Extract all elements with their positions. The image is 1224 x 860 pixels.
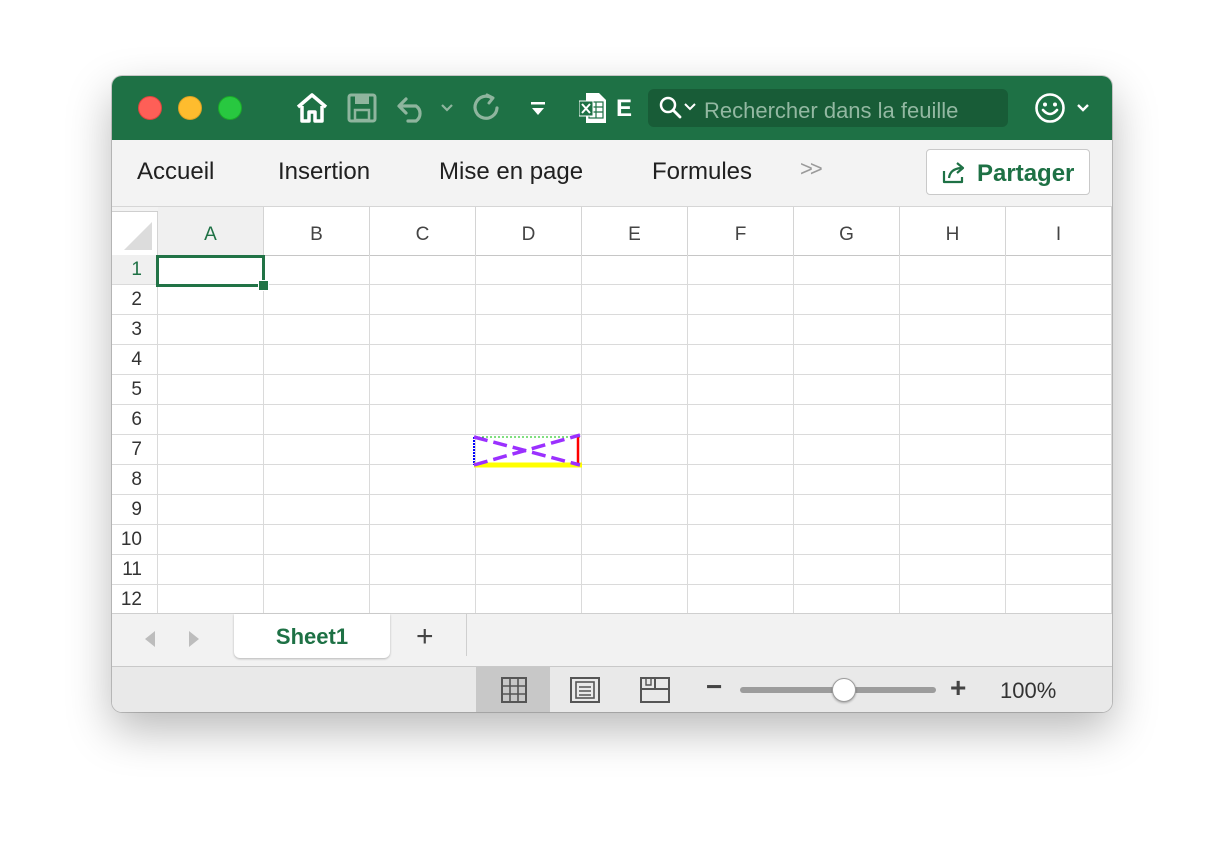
- tab-formules[interactable]: Formules: [652, 158, 752, 186]
- bordered-cell-d7: [473, 433, 582, 468]
- undo-dropdown-chevron-icon[interactable]: [438, 90, 456, 126]
- excel-window: E Rechercher dans la feuille Accueil Ins…: [112, 76, 1112, 712]
- more-tabs-button[interactable]: >>: [800, 156, 823, 182]
- sheet-tab-label: Sheet1: [275, 624, 349, 649]
- spreadsheet-grid[interactable]: ABCDEFGHI 1 2 3 4 5 6 7 8 9 10 11 12: [112, 207, 1112, 613]
- zoom-window-button[interactable]: [218, 96, 242, 120]
- search-icon: [658, 95, 684, 126]
- excel-doc-icon: [578, 90, 608, 126]
- sheet-tab-bar: Sheet1 +: [112, 613, 1112, 666]
- tab-insertion[interactable]: Insertion: [278, 158, 370, 186]
- redo-icon[interactable]: [468, 90, 504, 126]
- zoom-in-button[interactable]: +: [950, 672, 966, 704]
- add-sheet-button[interactable]: +: [416, 620, 434, 654]
- share-button[interactable]: Partager: [926, 149, 1090, 195]
- tab-mise-en-page[interactable]: Mise en page: [439, 158, 583, 186]
- search-options-chevron-icon[interactable]: [684, 99, 696, 117]
- share-label: Partager: [977, 160, 1075, 187]
- minimize-window-button[interactable]: [178, 96, 202, 120]
- previous-sheet-icon[interactable]: [142, 629, 158, 654]
- undo-icon[interactable]: [394, 90, 434, 126]
- ribbon-tab-bar: Accueil Insertion Mise en page Formules …: [112, 140, 1112, 207]
- zoom-out-button[interactable]: −: [706, 671, 722, 703]
- fill-handle[interactable]: [258, 280, 269, 291]
- normal-view-button[interactable]: [476, 667, 550, 712]
- window-title: E: [616, 95, 633, 122]
- feedback-chevron-icon[interactable]: [1074, 90, 1092, 126]
- tab-accueil[interactable]: Accueil: [137, 158, 214, 186]
- close-window-button[interactable]: [138, 96, 162, 120]
- sheet-tab-sheet1[interactable]: Sheet1: [234, 614, 390, 658]
- title-bar: E Rechercher dans la feuille: [112, 76, 1112, 140]
- customize-toolbar-icon[interactable]: [526, 90, 550, 126]
- sheet-bar-divider: [466, 614, 467, 656]
- next-sheet-icon[interactable]: [186, 629, 202, 654]
- zoom-slider-thumb[interactable]: [831, 678, 856, 702]
- search-input[interactable]: Rechercher dans la feuille: [704, 98, 1004, 124]
- page-layout-icon[interactable]: [570, 677, 600, 708]
- home-icon[interactable]: [294, 90, 330, 126]
- normal-view-icon: [500, 676, 528, 709]
- search-box[interactable]: Rechercher dans la feuille: [648, 89, 1008, 127]
- save-icon[interactable]: [344, 90, 380, 126]
- zoom-level[interactable]: 100%: [1000, 678, 1056, 704]
- page-break-icon[interactable]: [640, 677, 670, 708]
- active-cell-selection[interactable]: [156, 255, 265, 287]
- share-icon: [941, 161, 967, 190]
- status-bar: − + 100%: [112, 666, 1112, 712]
- smiley-icon[interactable]: [1032, 90, 1068, 126]
